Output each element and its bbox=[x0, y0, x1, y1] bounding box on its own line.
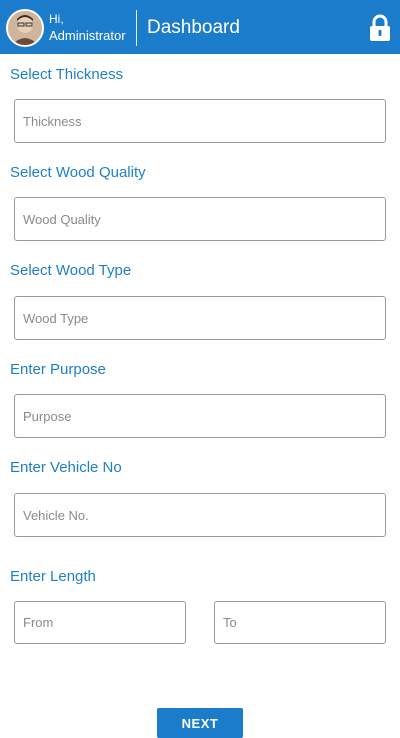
length-from-field[interactable]: From bbox=[14, 601, 186, 644]
purpose-label: Enter Purpose bbox=[10, 361, 106, 378]
lock-icon[interactable] bbox=[368, 14, 392, 42]
purpose-field[interactable]: Purpose bbox=[14, 394, 386, 438]
avatar-image bbox=[8, 11, 42, 45]
avatar[interactable] bbox=[6, 9, 44, 47]
thickness-field[interactable]: Thickness bbox=[14, 99, 386, 143]
wood-type-label: Select Wood Type bbox=[10, 262, 132, 279]
thickness-label: Select Thickness bbox=[10, 66, 124, 83]
user-name: Administrator bbox=[49, 28, 126, 43]
greeting-text: Hi, bbox=[49, 12, 64, 26]
vehicle-label: Enter Vehicle No bbox=[10, 459, 122, 476]
wood-type-field[interactable]: Wood Type bbox=[14, 296, 386, 340]
wood-quality-field[interactable]: Wood Quality bbox=[14, 197, 386, 241]
vehicle-field[interactable]: Vehicle No. bbox=[14, 493, 386, 537]
header-divider bbox=[136, 10, 137, 46]
app-header: Hi, Administrator Dashboard bbox=[0, 0, 400, 54]
length-label: Enter Length bbox=[10, 568, 96, 585]
wood-quality-label: Select Wood Quality bbox=[10, 164, 146, 181]
page-title: Dashboard bbox=[147, 17, 240, 38]
length-to-field[interactable]: To bbox=[214, 601, 386, 644]
